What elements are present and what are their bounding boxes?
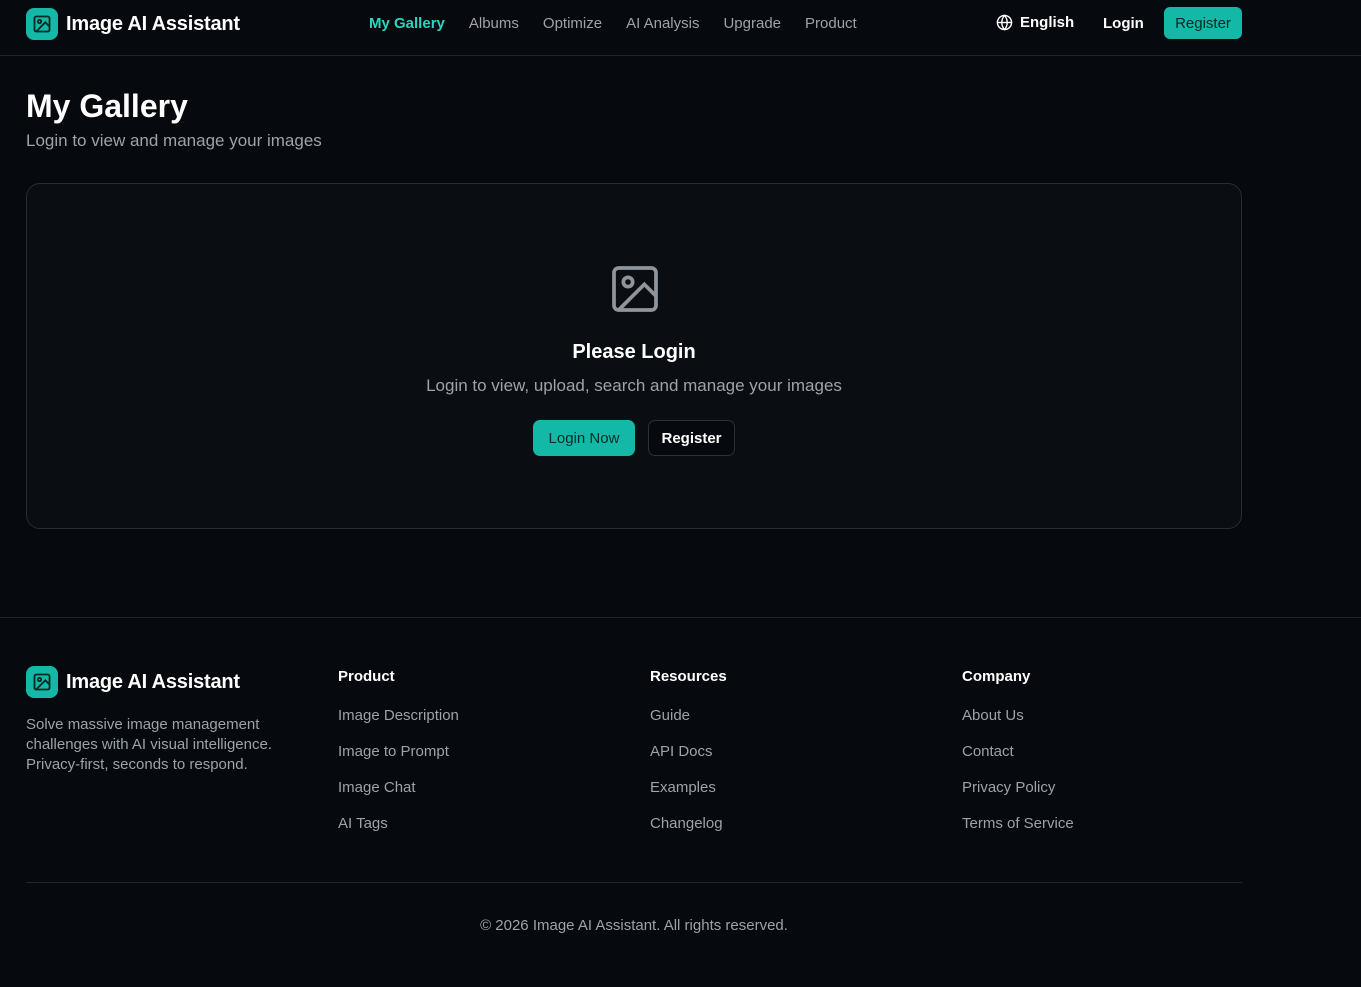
footer-link[interactable]: Changelog bbox=[650, 815, 727, 851]
footer-column-title: Company bbox=[962, 668, 1031, 685]
brand-link[interactable]: Image AI Assistant bbox=[26, 8, 240, 40]
image-placeholder-icon bbox=[612, 266, 658, 312]
footer-link[interactable]: Guide bbox=[650, 707, 727, 743]
main-nav: My Gallery Albums Optimize AI Analysis U… bbox=[369, 15, 857, 32]
footer-link[interactable]: About Us bbox=[962, 707, 1074, 743]
footer-link[interactable]: API Docs bbox=[650, 743, 727, 779]
card-description: Login to view, upload, search and manage… bbox=[426, 376, 842, 395]
globe-icon bbox=[996, 14, 1013, 31]
nav-upgrade[interactable]: Upgrade bbox=[723, 15, 781, 32]
footer-column-resources: Resources Guide API Docs Examples Change… bbox=[650, 668, 727, 851]
footer-column-company: Company About Us Contact Privacy Policy … bbox=[962, 668, 1074, 851]
nav-my-gallery[interactable]: My Gallery bbox=[369, 15, 445, 32]
footer-description: Solve massive image management challenge… bbox=[26, 716, 272, 773]
footer-link[interactable]: AI Tags bbox=[338, 815, 459, 851]
card-title: Please Login bbox=[572, 341, 696, 363]
page-subtitle: Login to view and manage your images bbox=[26, 131, 322, 150]
footer-column-product: Product Image Description Image to Promp… bbox=[338, 668, 459, 851]
brand-name: Image AI Assistant bbox=[66, 12, 240, 35]
footer-brand[interactable]: Image AI Assistant bbox=[26, 666, 240, 698]
nav-product[interactable]: Product bbox=[805, 15, 857, 32]
register-button[interactable]: Register bbox=[648, 420, 735, 456]
login-prompt-card: Please Login Login to view, upload, sear… bbox=[26, 183, 1242, 529]
footer-column-title: Product bbox=[338, 668, 395, 685]
footer-link[interactable]: Image Description bbox=[338, 707, 459, 743]
footer-link[interactable]: Terms of Service bbox=[962, 815, 1074, 851]
nav-optimize[interactable]: Optimize bbox=[543, 15, 602, 32]
footer-column-title: Resources bbox=[650, 668, 727, 685]
footer-link[interactable]: Image Chat bbox=[338, 779, 459, 815]
login-link[interactable]: Login bbox=[1103, 15, 1144, 32]
nav-albums[interactable]: Albums bbox=[469, 15, 519, 32]
footer-link[interactable]: Contact bbox=[962, 743, 1074, 779]
footer-link[interactable]: Privacy Policy bbox=[962, 779, 1074, 815]
top-header: Image AI Assistant My Gallery Albums Opt… bbox=[0, 0, 1361, 56]
image-logo-icon bbox=[26, 8, 58, 40]
copyright-text: © 2026 Image AI Assistant. All rights re… bbox=[480, 917, 788, 934]
image-logo-icon bbox=[26, 666, 58, 698]
footer-divider bbox=[26, 882, 1242, 883]
login-now-button[interactable]: Login Now bbox=[533, 420, 635, 456]
register-button-header[interactable]: Register bbox=[1164, 7, 1242, 39]
footer-link[interactable]: Image to Prompt bbox=[338, 743, 459, 779]
page-title: My Gallery bbox=[26, 88, 188, 124]
language-selector[interactable]: English bbox=[996, 14, 1074, 31]
footer-brand-name: Image AI Assistant bbox=[66, 670, 240, 693]
language-label: English bbox=[1020, 14, 1075, 31]
nav-ai-analysis[interactable]: AI Analysis bbox=[626, 15, 699, 32]
footer-link[interactable]: Examples bbox=[650, 779, 727, 815]
footer-divider-top bbox=[0, 617, 1361, 618]
